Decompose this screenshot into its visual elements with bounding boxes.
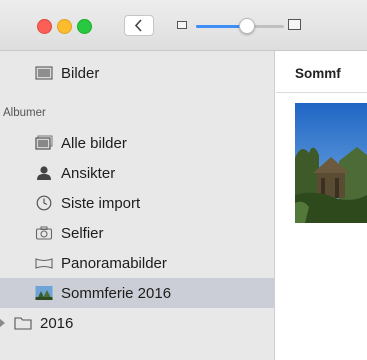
content-area: Sommf (276, 51, 367, 360)
chevron-left-icon (134, 19, 142, 32)
sidebar-item-2016[interactable]: 2016 (0, 308, 275, 338)
sidebar: Bilder Albumer Alle bilder Ansikter Sist… (0, 51, 275, 360)
sidebar-item-selfier[interactable]: Selfier (0, 218, 275, 248)
small-thumbnail-icon (177, 21, 187, 29)
camera-icon (35, 226, 53, 240)
sidebar-item-label: 2016 (40, 315, 74, 332)
divider (276, 92, 367, 93)
album-thumbnail-icon (35, 286, 53, 300)
sidebar-item-panoramabilder[interactable]: Panoramabilder (0, 248, 275, 278)
sidebar-item-label: Alle bilder (61, 135, 127, 152)
photo-image (295, 103, 367, 223)
all-photos-icon (35, 135, 53, 150)
zoom-button[interactable] (77, 19, 92, 34)
folder-icon (14, 317, 32, 330)
sidebar-item-ansikter[interactable]: Ansikter (0, 158, 275, 188)
close-button[interactable] (37, 19, 52, 34)
sidebar-item-label: Panoramabilder (61, 255, 167, 272)
zoom-slider-knob[interactable] (239, 18, 256, 34)
minimize-button[interactable] (57, 19, 72, 34)
photos-window: Bilder Albumer Alle bilder Ansikter Sist… (0, 0, 367, 360)
person-icon (37, 166, 51, 180)
sidebar-item-label: Ansikter (61, 165, 116, 182)
sidebar-item-label: Siste import (61, 195, 141, 212)
clock-icon (36, 195, 52, 211)
toolbar (0, 0, 367, 51)
sidebar-item-label: Bilder (61, 65, 100, 82)
sidebar-item-bilder[interactable]: Bilder (0, 58, 275, 88)
sidebar-item-alle-bilder[interactable]: Alle bilder (0, 128, 275, 158)
large-thumbnail-icon (288, 19, 301, 30)
sidebar-item-label: Selfier (61, 225, 104, 242)
disclosure-triangle-icon[interactable] (0, 318, 5, 328)
sidebar-item-siste-import[interactable]: Siste import (0, 188, 275, 218)
album-title: Sommf (295, 66, 341, 81)
panorama-icon (35, 258, 53, 269)
zoom-slider[interactable] (176, 14, 366, 38)
sidebar-item-label: Sommferie 2016 (61, 285, 172, 302)
section-header-albums: Albumer (3, 107, 46, 119)
photos-library-icon (35, 66, 53, 80)
photo-thumbnail[interactable] (295, 103, 367, 223)
sidebar-item-sommferie-2016[interactable]: Sommferie 2016 (0, 278, 275, 308)
back-button[interactable] (124, 15, 154, 36)
